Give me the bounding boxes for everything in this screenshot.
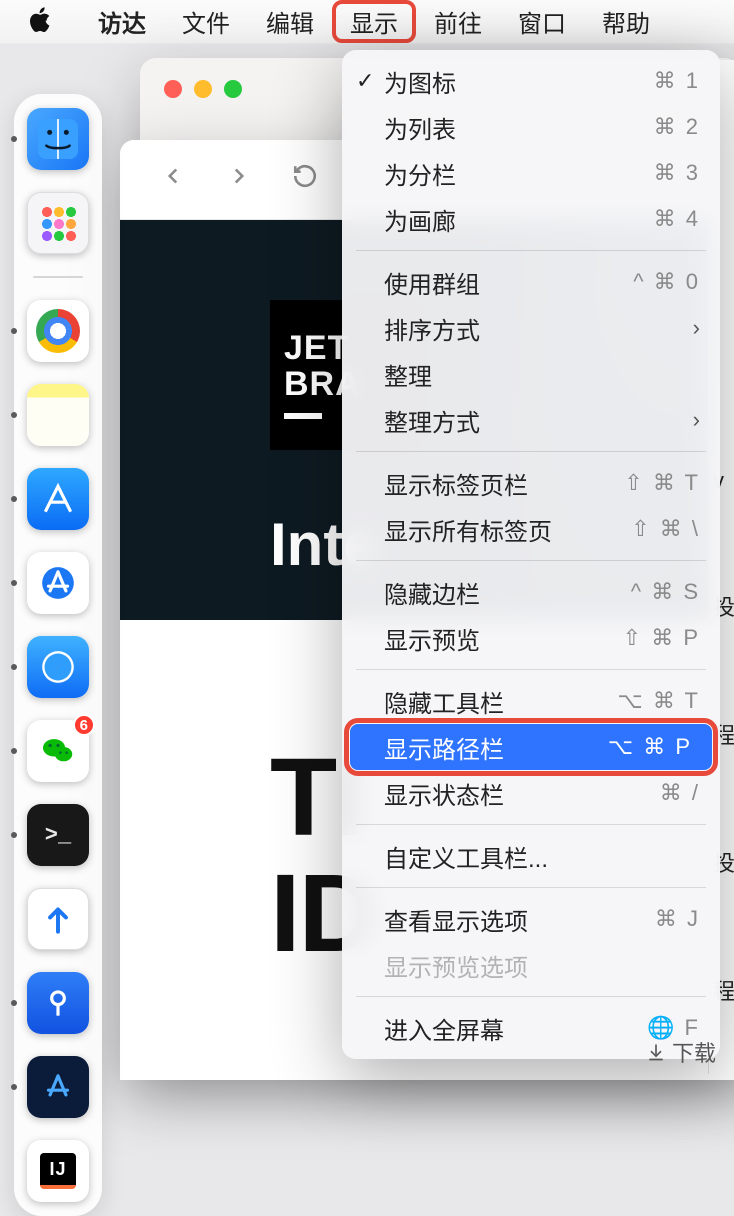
wechat-badge: 6 [73, 714, 95, 736]
menu-hide-sidebar[interactable]: 隐藏边栏 ^ ⌘ S [342, 569, 720, 615]
menu-separator [356, 451, 706, 452]
dock: 6 IJ [14, 94, 102, 1216]
reload-icon[interactable] [292, 163, 318, 197]
menu-clean-up[interactable]: 整理 [342, 351, 720, 397]
menubar-window[interactable]: 窗口 [500, 0, 584, 43]
menu-show-tab-bar[interactable]: 显示标签页栏 ⇧ ⌘ T [342, 460, 720, 506]
dock-notes[interactable] [27, 384, 89, 446]
close-icon[interactable] [164, 80, 182, 98]
menu-separator [356, 996, 706, 997]
menu-show-path-bar[interactable]: 显示路径栏 ⌥ ⌘ P [350, 724, 712, 770]
menu-as-gallery[interactable]: 为画廊 ⌘ 4 [342, 196, 720, 242]
forward-icon[interactable] [226, 163, 252, 197]
zoom-icon[interactable] [224, 80, 242, 98]
menubar-app-name[interactable]: 访达 [80, 0, 164, 43]
back-icon[interactable] [160, 163, 186, 197]
dock-terminal[interactable] [27, 804, 89, 866]
view-menu-dropdown: ✓ 为图标 ⌘ 1 为列表 ⌘ 2 为分栏 ⌘ 3 为画廊 ⌘ 4 使用群组 ^… [342, 50, 720, 1059]
dock-launchpad[interactable] [27, 192, 89, 254]
menu-preview-options: 显示预览选项 [342, 942, 720, 988]
menu-sort-by[interactable]: 排序方式 › [342, 305, 720, 351]
check-icon: ✓ [356, 68, 374, 94]
menu-as-columns[interactable]: 为分栏 ⌘ 3 [342, 150, 720, 196]
chevron-right-icon: › [693, 315, 700, 341]
logo-bar [284, 413, 322, 419]
window-controls [164, 80, 242, 98]
menubar-file[interactable]: 文件 [164, 0, 248, 43]
minimize-icon[interactable] [194, 80, 212, 98]
dock-sourcetree[interactable] [27, 972, 89, 1034]
dock-wechat[interactable]: 6 [27, 720, 89, 782]
menubar-edit[interactable]: 编辑 [248, 0, 332, 43]
dock-divider [33, 276, 83, 278]
dock-xcode[interactable] [27, 468, 89, 530]
dock-appstore[interactable] [27, 552, 89, 614]
running-dot [11, 136, 17, 142]
menubar-go[interactable]: 前往 [416, 0, 500, 43]
dock-finder[interactable] [27, 108, 89, 170]
chevron-right-icon: › [693, 407, 700, 433]
menu-separator [356, 250, 706, 251]
download-indicator[interactable]: 下载 [646, 1036, 716, 1068]
menubar: 访达 文件 编辑 显示 前往 窗口 帮助 [0, 0, 734, 44]
menu-as-list[interactable]: 为列表 ⌘ 2 [342, 104, 720, 150]
menu-separator [356, 824, 706, 825]
menu-separator [356, 887, 706, 888]
menu-use-groups[interactable]: 使用群组 ^ ⌘ 0 [342, 259, 720, 305]
dock-intellij[interactable]: IJ [27, 1140, 89, 1202]
dock-chrome[interactable] [27, 300, 89, 362]
dock-upload[interactable] [27, 888, 89, 950]
menu-separator [356, 669, 706, 670]
menubar-view[interactable]: 显示 [332, 0, 416, 43]
menu-show-status-bar[interactable]: 显示状态栏 ⌘ / [342, 770, 720, 816]
intellij-label: IJ [40, 1153, 76, 1189]
menu-show-preview[interactable]: 显示预览 ⇧ ⌘ P [342, 615, 720, 661]
apple-logo-icon[interactable] [28, 7, 52, 37]
menu-view-options[interactable]: 查看显示选项 ⌘ J [342, 896, 720, 942]
dock-safari[interactable] [27, 636, 89, 698]
menu-customize-toolbar[interactable]: 自定义工具栏... [342, 833, 720, 879]
menu-as-icons[interactable]: ✓ 为图标 ⌘ 1 [342, 58, 720, 104]
dock-appstore-dark[interactable] [27, 1056, 89, 1118]
menubar-help[interactable]: 帮助 [584, 0, 668, 43]
menu-show-all-tabs[interactable]: 显示所有标签页 ⇧ ⌘ \ [342, 506, 720, 552]
menu-clean-up-by[interactable]: 整理方式 › [342, 397, 720, 443]
menu-hide-toolbar[interactable]: 隐藏工具栏 ⌥ ⌘ T [342, 678, 720, 724]
menu-separator [356, 560, 706, 561]
